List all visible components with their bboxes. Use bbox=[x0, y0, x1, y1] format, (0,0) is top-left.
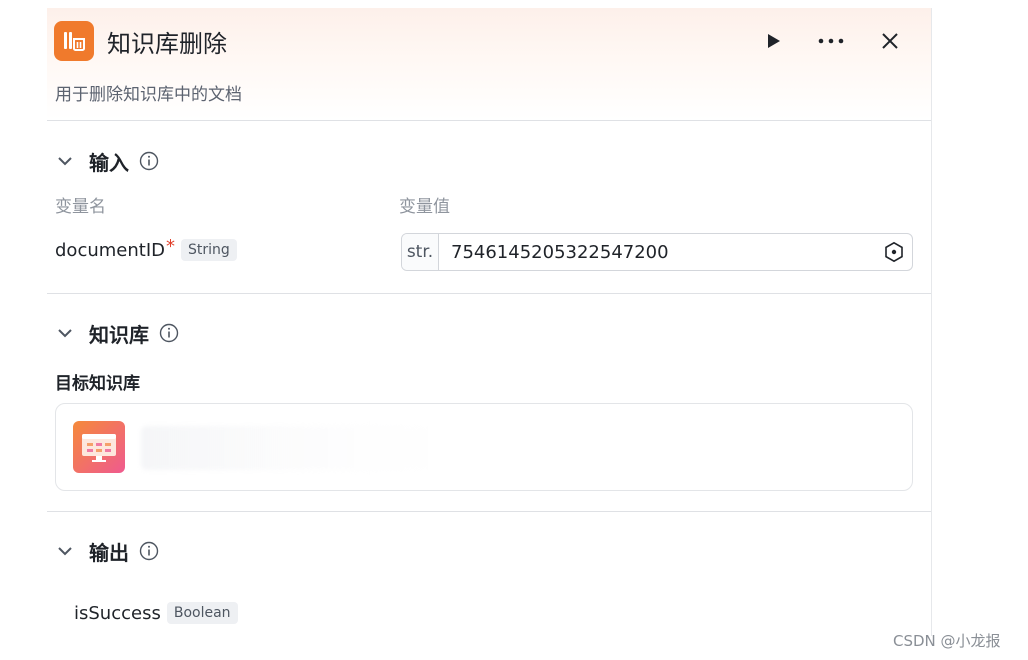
input-variable-name: documentID * String bbox=[55, 235, 237, 261]
knowledge-section-header: 知识库 bbox=[55, 318, 179, 348]
output-section-header: 输出 bbox=[55, 536, 159, 566]
output-collapse-toggle[interactable] bbox=[55, 541, 75, 561]
close-button[interactable] bbox=[874, 25, 906, 57]
output-variable-name: isSuccess bbox=[74, 602, 161, 624]
target-knowledge-label: 目标知识库 bbox=[55, 374, 140, 394]
divider bbox=[47, 120, 931, 121]
column-header-name: 变量名 bbox=[55, 197, 106, 217]
knowledge-section-title: 知识库 bbox=[89, 322, 149, 347]
more-icon bbox=[818, 38, 844, 44]
output-section-title: 输出 bbox=[89, 540, 129, 565]
column-header-value: 变量值 bbox=[399, 197, 450, 217]
input-section-header: 输入 bbox=[55, 146, 159, 176]
type-badge: Boolean bbox=[166, 602, 238, 624]
knowledge-delete-icon bbox=[54, 21, 94, 61]
chevron-down-icon bbox=[58, 328, 72, 337]
output-variable: isSuccess Boolean bbox=[74, 602, 238, 624]
panel-header: 知识库删除 用于删除知识库中的文档 bbox=[47, 8, 931, 120]
knowledge-base-name-redacted bbox=[141, 426, 441, 470]
knowledge-collapse-toggle[interactable] bbox=[55, 323, 75, 343]
type-badge: String bbox=[181, 239, 237, 261]
divider bbox=[47, 511, 931, 512]
more-button[interactable] bbox=[815, 25, 847, 57]
node-description: 用于删除知识库中的文档 bbox=[55, 85, 242, 105]
info-icon[interactable] bbox=[139, 151, 159, 171]
input-collapse-toggle[interactable] bbox=[55, 151, 75, 171]
variable-name: documentID bbox=[55, 239, 165, 261]
watermark: CSDN @小龙报 bbox=[893, 632, 1001, 650]
knowledge-base-icon bbox=[73, 421, 125, 473]
variable-picker-button[interactable] bbox=[876, 241, 912, 263]
info-icon[interactable] bbox=[139, 541, 159, 561]
run-icon bbox=[768, 34, 780, 48]
knowledge-base-card[interactable] bbox=[55, 403, 913, 491]
page-title: 知识库删除 bbox=[107, 30, 227, 58]
variable-value[interactable]: 7546145205322547200 bbox=[439, 242, 876, 263]
close-icon bbox=[882, 33, 898, 49]
required-mark: * bbox=[166, 235, 175, 257]
value-type-prefix[interactable]: str. bbox=[402, 234, 439, 270]
variable-picker-icon bbox=[885, 241, 903, 263]
info-icon[interactable] bbox=[159, 323, 179, 343]
run-button[interactable] bbox=[757, 25, 789, 57]
chevron-down-icon bbox=[58, 546, 72, 555]
chevron-down-icon bbox=[58, 156, 72, 165]
divider bbox=[47, 293, 931, 294]
variable-value-input[interactable]: str. 7546145205322547200 bbox=[401, 233, 913, 271]
node-config-panel: 知识库删除 用于删除知识库中的文档 输入 变量名 变量值 documentID … bbox=[47, 8, 932, 636]
input-section-title: 输入 bbox=[89, 150, 129, 175]
